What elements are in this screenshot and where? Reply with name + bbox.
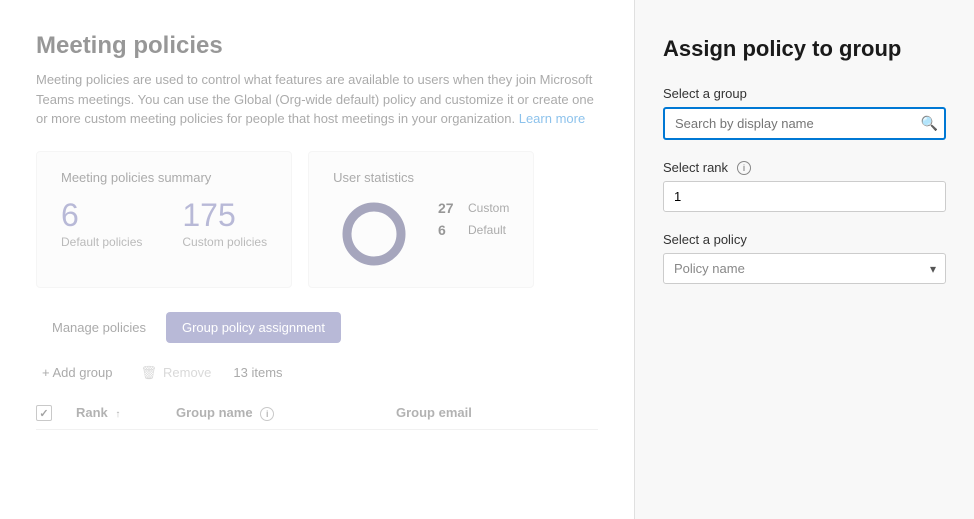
panel-title: Assign policy to group bbox=[663, 36, 946, 62]
select-policy-label: Select a policy bbox=[663, 232, 946, 247]
rank-input[interactable] bbox=[663, 181, 946, 212]
select-group-label: Select a group bbox=[663, 86, 946, 101]
left-panel: Meeting policies Meeting policies are us… bbox=[0, 0, 634, 519]
overlay-dimmer bbox=[0, 0, 634, 519]
rank-info-icon[interactable]: i bbox=[737, 161, 751, 175]
right-panel: Assign policy to group Select a group 🔍 … bbox=[634, 0, 974, 519]
select-rank-label: Select rank i bbox=[663, 160, 946, 175]
search-icon: 🔍 bbox=[921, 115, 938, 131]
search-group-input[interactable] bbox=[663, 107, 946, 140]
select-group-section: Select a group 🔍 bbox=[663, 86, 946, 140]
select-policy-section: Select a policy Policy name ▾ bbox=[663, 232, 946, 284]
search-group-wrapper: 🔍 bbox=[663, 107, 946, 140]
search-icon-button[interactable]: 🔍 bbox=[921, 115, 938, 132]
policy-select[interactable]: Policy name bbox=[663, 253, 946, 284]
policy-select-wrapper: Policy name ▾ bbox=[663, 253, 946, 284]
select-rank-section: Select rank i bbox=[663, 160, 946, 212]
